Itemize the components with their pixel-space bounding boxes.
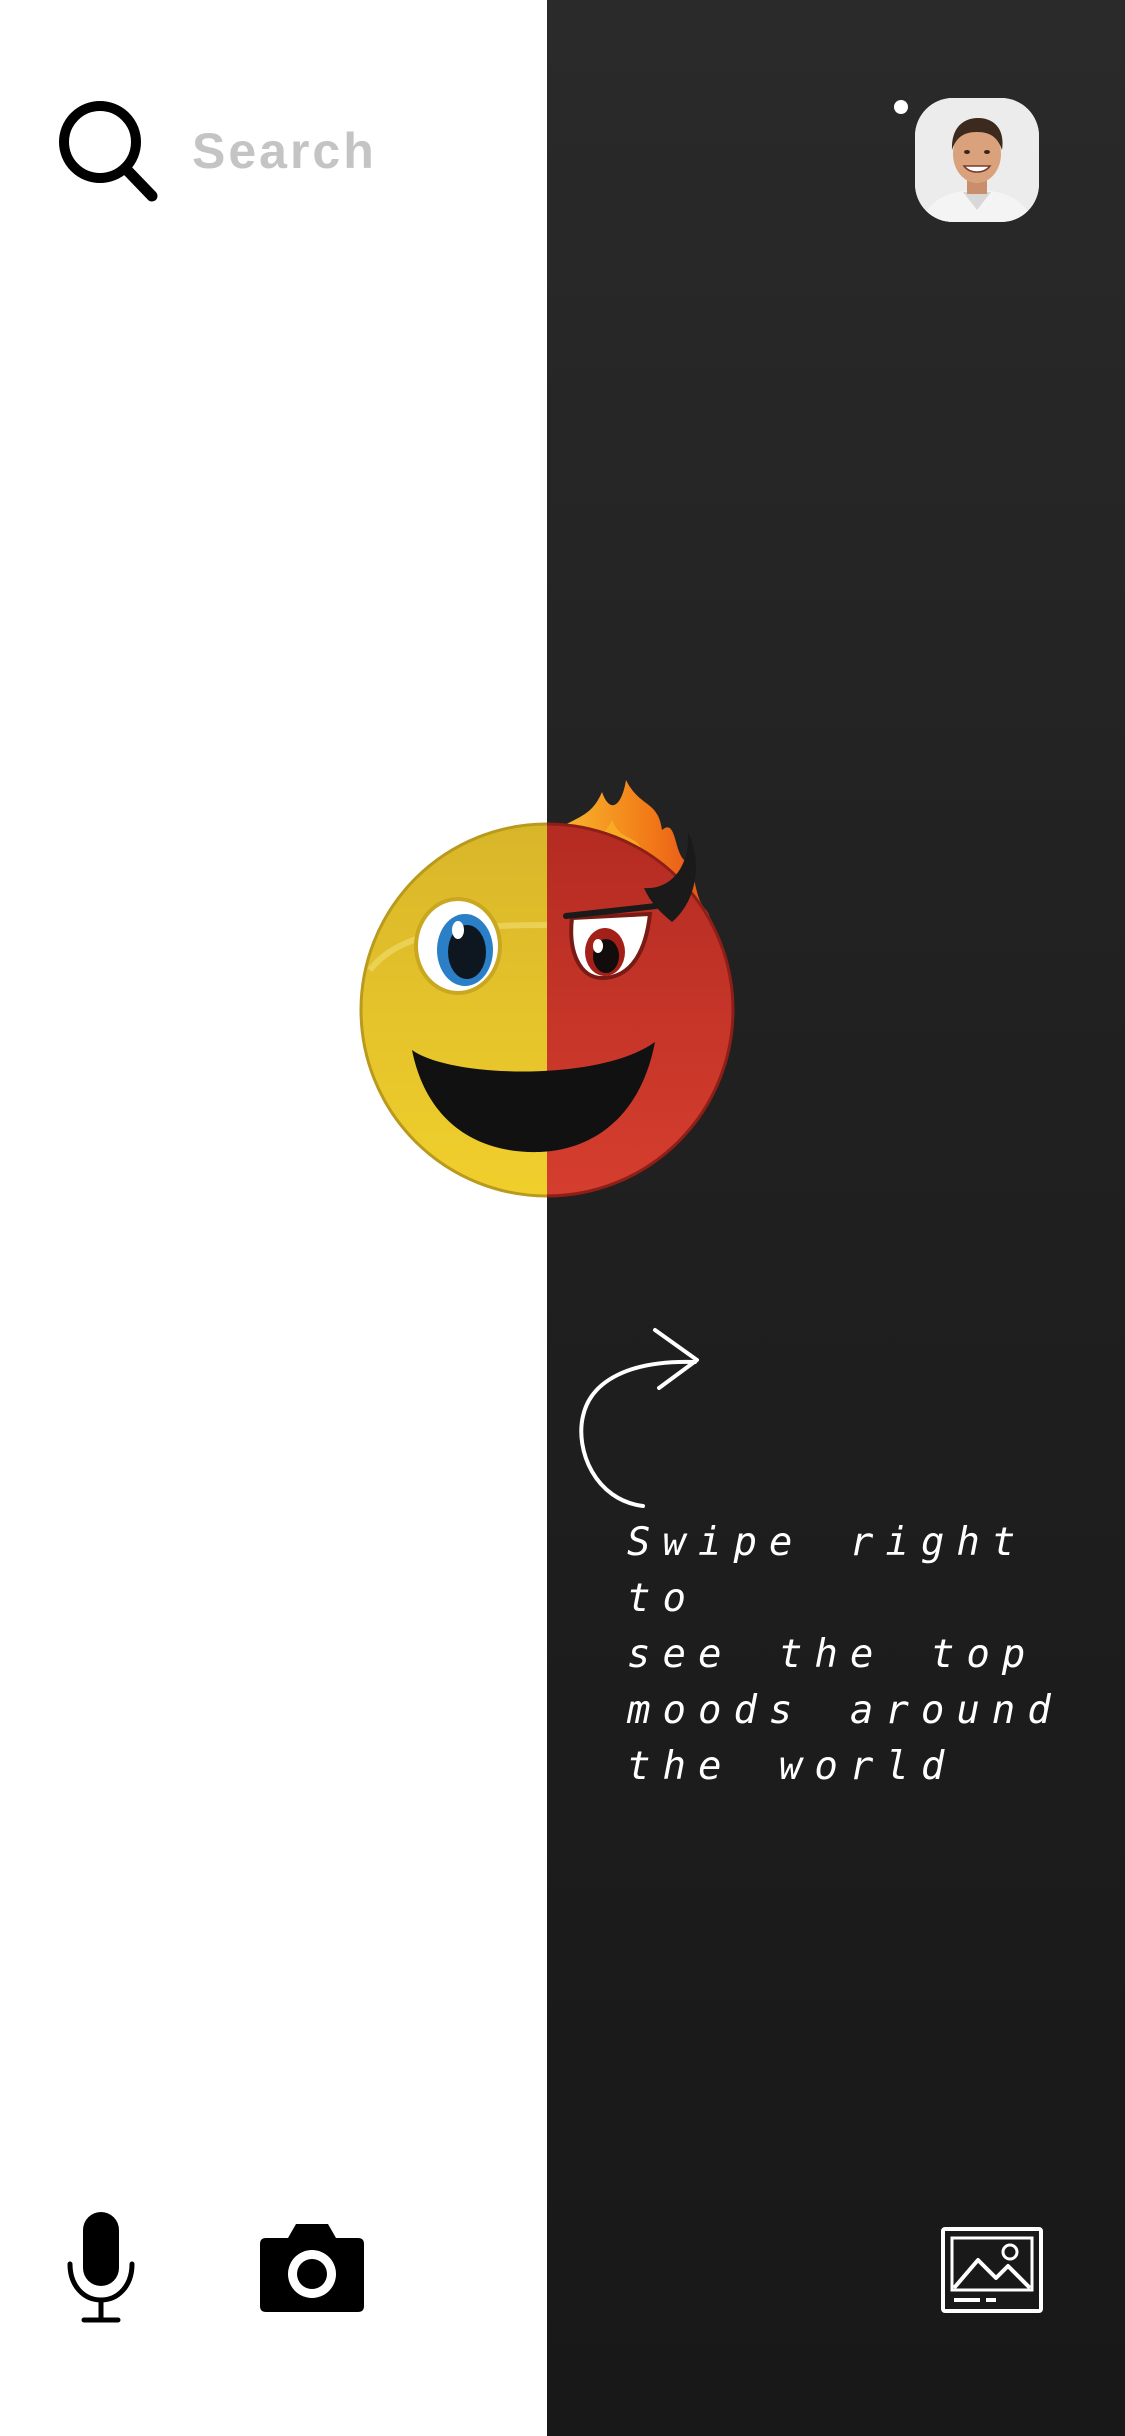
avatar-image	[915, 98, 1039, 222]
search-icon[interactable]	[52, 96, 162, 206]
swipe-hint-text: Swipe right to see the top moods around …	[627, 1520, 1063, 1789]
notification-dot	[894, 100, 908, 114]
camera-icon[interactable]	[258, 2220, 366, 2314]
microphone-icon[interactable]	[66, 2212, 136, 2324]
profile-avatar[interactable]	[915, 98, 1039, 222]
happy-devil-emoji[interactable]	[340, 720, 800, 1240]
mood-home-screen: Search Swipe right to see the top moods …	[0, 0, 1125, 2436]
search-placeholder: Search	[192, 123, 377, 179]
curved-arrow-icon	[579, 1328, 699, 1508]
gallery-icon[interactable]	[940, 2226, 1044, 2314]
search-bar[interactable]: Search	[52, 96, 502, 206]
